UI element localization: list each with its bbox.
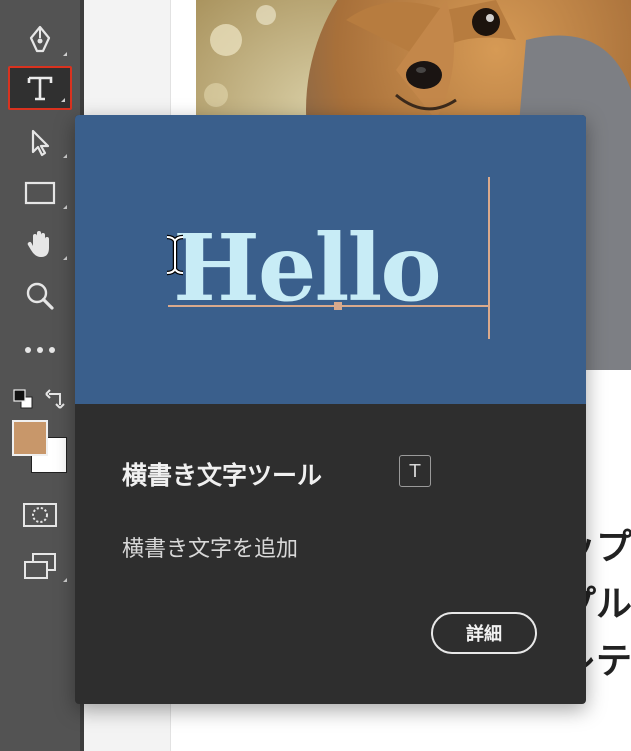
- flyout-indicator: [63, 578, 67, 582]
- screen-mode-button[interactable]: [8, 544, 72, 588]
- arrow-icon: [25, 127, 55, 157]
- screen-mode-icon: [22, 551, 58, 581]
- pen-icon: [24, 24, 56, 56]
- pen-tool[interactable]: [8, 18, 72, 62]
- foreground-color-swatch[interactable]: [12, 420, 48, 456]
- rich-tooltip: Hello 横書き文字ツール T 横書き文字を追加 詳細: [75, 115, 586, 704]
- tools-panel: [0, 0, 80, 751]
- hand-icon: [24, 228, 56, 260]
- flyout-indicator: [63, 205, 67, 209]
- flyout-indicator: [63, 154, 67, 158]
- hand-tool[interactable]: [8, 222, 72, 266]
- flyout-indicator: [61, 98, 65, 102]
- quick-mask-icon: [22, 501, 58, 529]
- rectangle-icon: [23, 179, 57, 207]
- learn-more-button[interactable]: 詳細: [431, 612, 537, 654]
- type-icon: [24, 72, 56, 104]
- more-dots-icon: [23, 345, 57, 355]
- default-colors-icon[interactable]: [12, 388, 34, 414]
- flyout-indicator: [63, 52, 67, 56]
- horizontal-type-tool[interactable]: [8, 66, 72, 110]
- magnifier-icon: [24, 280, 56, 312]
- selection-tool[interactable]: [8, 120, 72, 164]
- tool-preview-animation: Hello: [75, 115, 586, 404]
- flyout-indicator: [63, 256, 67, 260]
- swap-colors-icon[interactable]: [44, 388, 68, 414]
- edit-toolbar-button[interactable]: [8, 328, 72, 372]
- rectangle-tool[interactable]: [8, 171, 72, 215]
- quick-mask-button[interactable]: [8, 493, 72, 537]
- shortcut-key-badge: T: [399, 455, 431, 487]
- tool-description: 横書き文字を追加: [122, 537, 299, 562]
- tool-title: 横書き文字ツール: [122, 461, 323, 490]
- zoom-tool[interactable]: [8, 274, 72, 318]
